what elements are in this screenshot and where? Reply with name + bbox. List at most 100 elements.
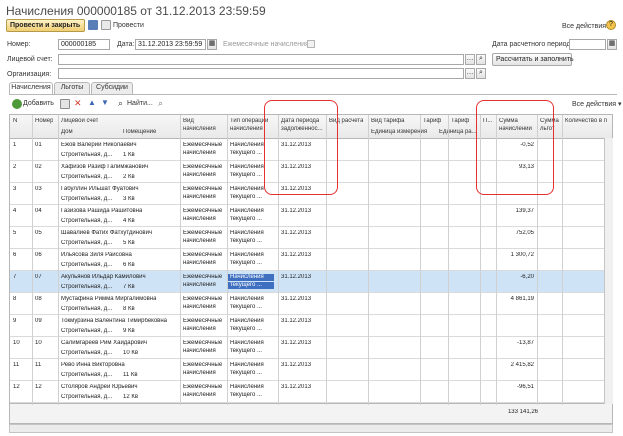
row-period[interactable]: 31.12.2013 <box>281 318 311 325</box>
row-room[interactable]: 6 Кв <box>123 262 135 269</box>
row-kind-2[interactable]: начисления <box>183 304 216 311</box>
tab-subsidies[interactable]: Субсидии <box>91 82 133 94</box>
date-field[interactable]: 31.12.2013 23:59:59 <box>135 39 206 50</box>
row-period[interactable]: 31.12.2013 <box>281 230 311 237</box>
find-button[interactable]: Найти... <box>127 100 153 107</box>
row-account[interactable]: Ильясова Зиля Раисовна <box>61 252 132 259</box>
row-kind-2[interactable]: начисления <box>183 260 216 267</box>
row-n[interactable]: 1 <box>13 142 16 149</box>
row-house[interactable]: Строительная, д... <box>61 328 112 335</box>
row-room[interactable]: 10 Кв <box>123 350 138 357</box>
row-kind[interactable]: Ежемесячные <box>183 296 222 303</box>
row-kind[interactable]: Ежемесячные <box>183 252 222 259</box>
row-period[interactable]: 31.12.2013 <box>281 274 311 281</box>
row-kind[interactable]: Ежемесячные <box>183 318 222 325</box>
row-kind[interactable]: Ежемесячные <box>183 164 222 171</box>
row-account[interactable]: Токмурзина Валентина Тимирбековна <box>61 318 167 325</box>
row-room[interactable]: 11 Кв <box>123 372 138 379</box>
horizontal-scrollbar[interactable] <box>9 424 613 433</box>
row-house[interactable]: Строительная, д... <box>61 240 112 247</box>
row-period[interactable]: 31.12.2013 <box>281 362 311 369</box>
row-n[interactable]: 11 <box>13 362 19 369</box>
row-sum[interactable]: 139,37 <box>492 208 534 215</box>
row-optype[interactable]: Начисления <box>230 362 264 369</box>
row-kind-2[interactable]: начисления <box>183 392 216 399</box>
row-optype[interactable]: Начисления <box>230 318 264 325</box>
row-period[interactable]: 31.12.2013 <box>281 296 311 303</box>
account-field[interactable] <box>58 54 464 65</box>
row-optype-2[interactable]: текущего ... <box>230 238 262 245</box>
row-n[interactable]: 4 <box>13 208 16 215</box>
row-kind[interactable]: Ежемесячные <box>183 142 222 149</box>
row-account[interactable]: Акульянов Ильдар Камилович <box>61 274 146 281</box>
row-optype-2[interactable]: текущего ... <box>230 370 262 377</box>
row-kind[interactable]: Ежемесячные <box>183 230 222 237</box>
row-number[interactable]: 09 <box>35 318 42 325</box>
col-optype[interactable]: Тип операции <box>230 118 268 125</box>
row-optype-2[interactable]: текущего ... <box>230 194 262 201</box>
row-number[interactable]: 10 <box>35 340 42 347</box>
row-sum[interactable]: 1 300,72 <box>492 252 534 259</box>
col-account[interactable]: Лицевой счет <box>61 118 98 125</box>
row-optype-2[interactable]: текущего ... <box>230 392 262 399</box>
row-optype-2[interactable]: текущего ... <box>230 172 262 179</box>
col-kind[interactable]: Вид <box>183 118 194 125</box>
row-n[interactable]: 10 <box>13 340 20 347</box>
row-account[interactable]: Салимгареев Рим Хайдарович <box>61 340 147 347</box>
table-row[interactable]: 4 04 Газизова Рашида Рашитовна Строительная… <box>10 205 612 227</box>
table-row[interactable]: 11 11 Рево Инна Викторовна Строительная, д.… <box>10 359 612 381</box>
calc-period-picker-icon[interactable]: ▦ <box>607 39 617 50</box>
table-row[interactable]: 8 08 Мустафина Римма Миргалимовна Строитель… <box>10 293 612 315</box>
organization-select-icon[interactable]: … <box>465 68 475 79</box>
row-account[interactable]: Габуллин Ильшат Фуатович <box>61 186 139 193</box>
row-kind-2[interactable]: начисления <box>183 282 216 289</box>
row-optype[interactable]: Начисления <box>230 252 264 259</box>
row-account[interactable]: Столяров Андрей Юрьевич <box>61 384 138 391</box>
post-and-close-button[interactable]: Провести и закрыть <box>6 19 85 32</box>
row-sum[interactable]: -6,20 <box>492 274 534 281</box>
row-house[interactable]: Строительная, д... <box>61 306 112 313</box>
table-row[interactable]: 12 12 Столяров Андрей Юрьевич Строительная,… <box>10 381 612 403</box>
row-optype-2[interactable]: текущего ... <box>230 260 262 267</box>
add-icon[interactable] <box>12 99 22 109</box>
row-number[interactable]: 08 <box>35 296 42 303</box>
row-room[interactable]: 2 Кв <box>123 174 135 181</box>
account-select-icon[interactable]: … <box>465 54 475 65</box>
row-kind-2[interactable]: начисления <box>183 348 216 355</box>
row-optype[interactable]: Начисления <box>230 164 264 171</box>
row-room[interactable]: 3 Кв <box>123 196 135 203</box>
row-sum[interactable]: 4 861,19 <box>492 296 534 303</box>
copy-icon[interactable] <box>60 99 70 109</box>
row-optype-2[interactable]: текущего ... <box>228 282 274 289</box>
col-tariff-unit-2[interactable]: Единица ра... <box>439 129 477 136</box>
row-house[interactable]: Строительная, д... <box>61 152 112 159</box>
row-n[interactable]: 9 <box>13 318 16 325</box>
row-optype[interactable]: Начисления <box>228 274 274 281</box>
row-room[interactable]: 9 Кв <box>123 328 135 335</box>
col-number[interactable]: Номер <box>35 118 53 125</box>
delete-icon[interactable]: ✕ <box>74 98 82 109</box>
table-row[interactable]: 6 06 Ильясова Зиля Раисовна Строительная, д… <box>10 249 612 271</box>
row-optype[interactable]: Начисления <box>230 142 264 149</box>
row-n[interactable]: 2 <box>13 164 16 171</box>
row-room[interactable]: 12 Кв <box>123 394 138 401</box>
find-icon[interactable]: ⌕ <box>118 98 123 109</box>
row-kind-2[interactable]: начисления <box>183 216 216 223</box>
row-account[interactable]: Шавалиев Фатих Фатхутдинович <box>61 230 152 237</box>
row-house[interactable]: Строительная, д... <box>61 394 112 401</box>
col-tariff-kind[interactable]: Вид тарифа <box>371 118 405 125</box>
row-account[interactable]: Мустафина Римма Миргалимовна <box>61 296 156 303</box>
row-sum[interactable]: -13,87 <box>492 340 534 347</box>
row-optype[interactable]: Начисления <box>230 340 264 347</box>
table-row[interactable]: 5 05 Шавалиев Фатих Фатхутдинович Строитель… <box>10 227 612 249</box>
row-house[interactable]: Строительная, д... <box>61 350 112 357</box>
row-house[interactable]: Строительная, д... <box>61 174 112 181</box>
row-optype-2[interactable]: текущего ... <box>230 326 262 333</box>
row-optype[interactable]: Начисления <box>230 186 264 193</box>
tab-benefits[interactable]: Льготы <box>54 82 90 94</box>
row-kind[interactable]: Ежемесячные <box>183 208 222 215</box>
row-n[interactable]: 8 <box>13 296 16 303</box>
row-kind-2[interactable]: начисления <box>183 326 216 333</box>
col-tariff-unit[interactable]: Тариф <box>451 118 469 125</box>
row-optype[interactable]: Начисления <box>230 296 264 303</box>
